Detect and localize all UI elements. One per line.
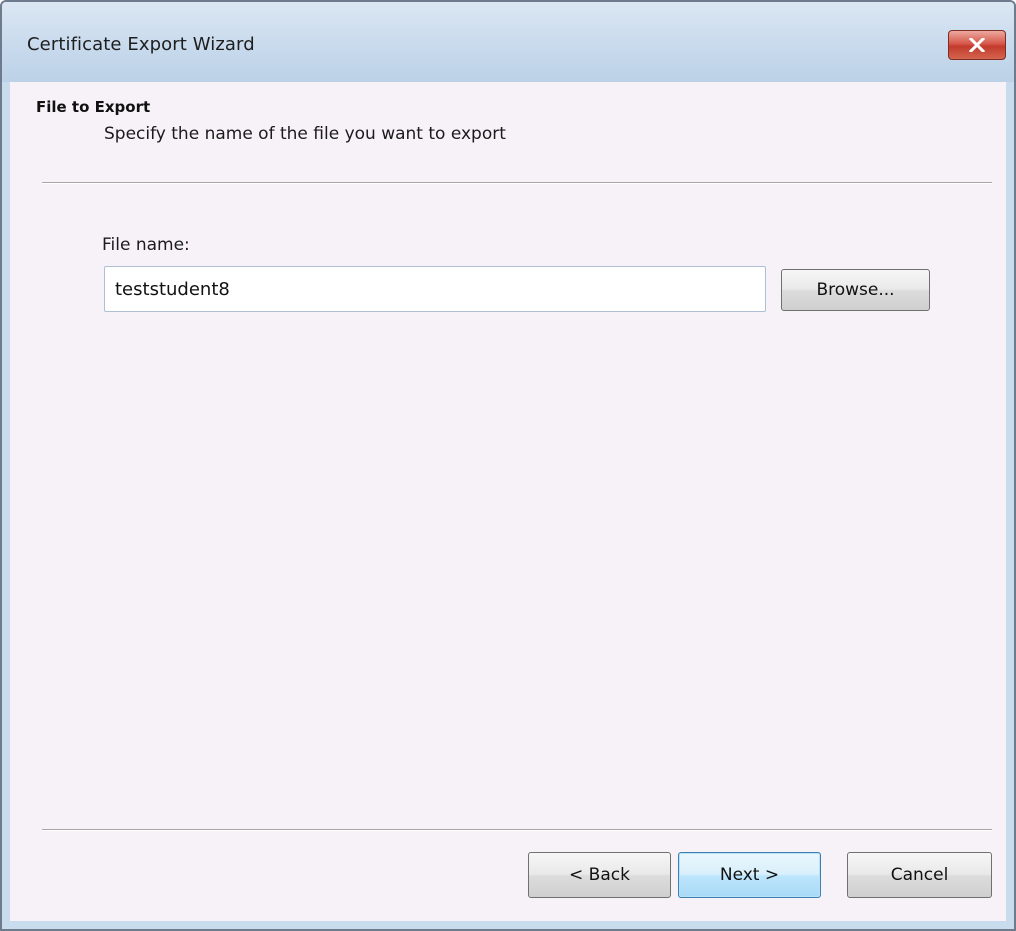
close-button[interactable] xyxy=(948,30,1006,60)
wizard-window: Certificate Export Wizard File to Export… xyxy=(0,0,1016,931)
footer-divider xyxy=(42,829,992,831)
file-name-input[interactable] xyxy=(104,266,766,312)
browse-button[interactable]: Browse... xyxy=(781,269,930,311)
back-button[interactable]: < Back xyxy=(528,852,671,898)
next-button[interactable]: Next > xyxy=(678,852,821,898)
window-title: Certificate Export Wizard xyxy=(27,34,255,55)
cancel-button[interactable]: Cancel xyxy=(847,852,992,898)
header-divider xyxy=(42,182,992,184)
wizard-page: File to Export Specify the name of the f… xyxy=(10,82,1006,921)
page-title: File to Export xyxy=(36,98,151,116)
close-icon xyxy=(969,38,985,52)
file-name-label: File name: xyxy=(102,235,190,255)
title-bar[interactable]: Certificate Export Wizard xyxy=(2,2,1014,82)
page-subtitle: Specify the name of the file you want to… xyxy=(104,124,506,144)
